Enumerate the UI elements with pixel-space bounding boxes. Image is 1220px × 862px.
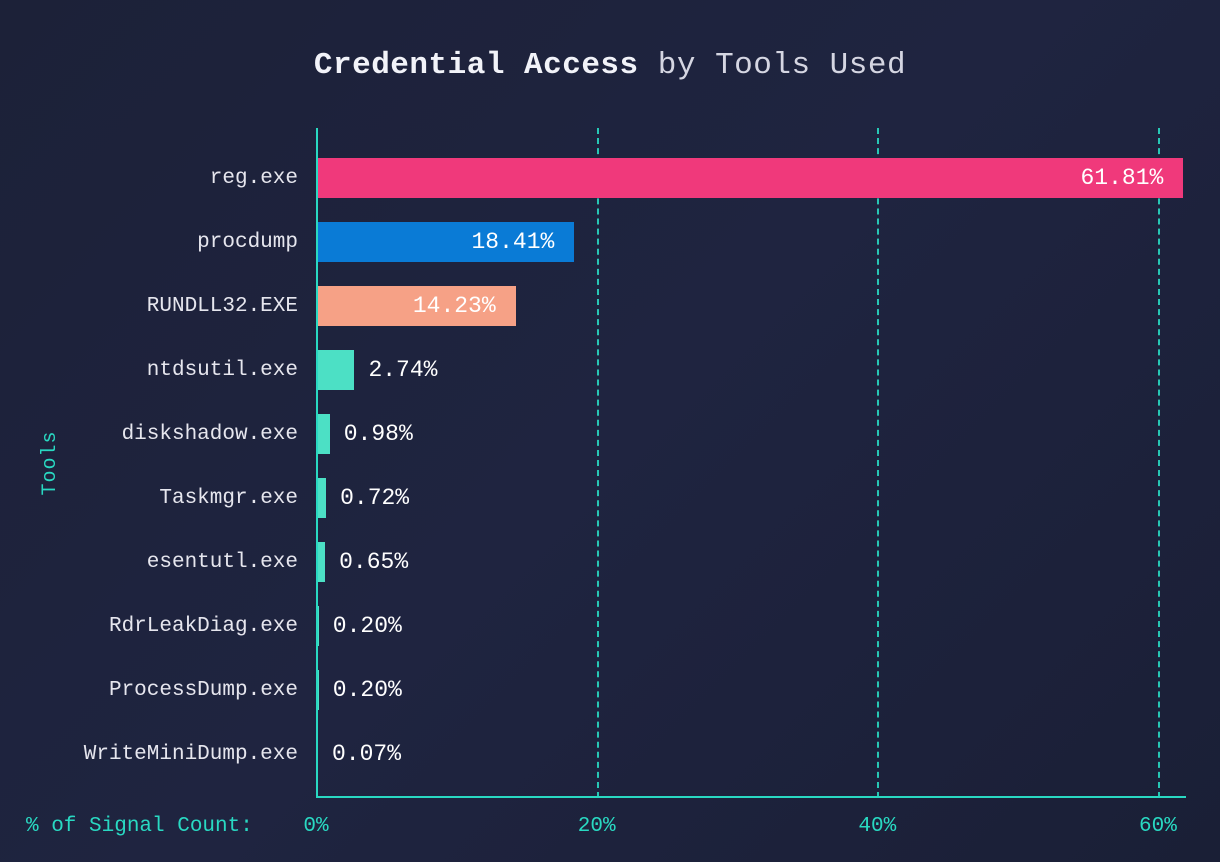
chart-title-bold: Credential Access bbox=[314, 48, 639, 83]
category-label: WriteMiniDump.exe bbox=[84, 743, 316, 766]
value-label: 0.98% bbox=[330, 421, 427, 447]
x-tick-label: 60% bbox=[1139, 815, 1177, 838]
x-tick-label: 0% bbox=[303, 815, 328, 838]
value-label: 0.20% bbox=[319, 613, 416, 639]
category-label: diskshadow.exe bbox=[122, 423, 316, 446]
value-label: 14.23% bbox=[399, 293, 510, 319]
category-label: ProcessDump.exe bbox=[109, 679, 316, 702]
x-tick-label: 20% bbox=[578, 815, 616, 838]
category-label: RUNDLL32.EXE bbox=[147, 295, 316, 318]
bar-row: Taskmgr.exe 0.72% bbox=[316, 478, 423, 518]
chart-title-rest: by Tools Used bbox=[639, 48, 906, 83]
category-label: esentutl.exe bbox=[147, 551, 316, 574]
value-label: 0.20% bbox=[319, 677, 416, 703]
gridline bbox=[877, 128, 879, 798]
category-label: ntdsutil.exe bbox=[147, 359, 316, 382]
category-label: Taskmgr.exe bbox=[159, 487, 316, 510]
category-label: procdump bbox=[197, 231, 316, 254]
bar-row: ProcessDump.exe 0.20% bbox=[316, 670, 416, 710]
y-axis-label: Tools bbox=[39, 430, 62, 495]
value-label: 0.65% bbox=[325, 549, 422, 575]
bar-row: reg.exe 61.81% bbox=[316, 158, 1183, 198]
y-axis-line bbox=[316, 128, 318, 798]
x-axis-label: % of Signal Count: bbox=[26, 815, 253, 838]
bar-row: ntdsutil.exe 2.74% bbox=[316, 350, 451, 390]
value-label: 2.74% bbox=[354, 357, 451, 383]
bar-row: RUNDLL32.EXE 14.23% bbox=[316, 286, 516, 326]
bar-row: WriteMiniDump.exe 0.07% bbox=[316, 734, 415, 774]
gridline bbox=[1158, 128, 1160, 798]
bar bbox=[316, 414, 330, 454]
bar-row: diskshadow.exe 0.98% bbox=[316, 414, 427, 454]
value-label: 0.07% bbox=[318, 741, 415, 767]
bar-row: RdrLeakDiag.exe 0.20% bbox=[316, 606, 416, 646]
category-label: reg.exe bbox=[210, 167, 316, 190]
x-axis-line bbox=[316, 796, 1186, 798]
bar-row: esentutl.exe 0.65% bbox=[316, 542, 422, 582]
value-label: 18.41% bbox=[458, 229, 569, 255]
value-label: 0.72% bbox=[326, 485, 423, 511]
x-tick-label: 40% bbox=[858, 815, 896, 838]
bar bbox=[316, 350, 354, 390]
plot-area: Tools % of Signal Count: 0% 20% 40% 60% … bbox=[316, 128, 1186, 798]
chart-title: Credential Access by Tools Used bbox=[0, 48, 1220, 83]
value-label: 61.81% bbox=[1067, 165, 1178, 191]
gridline bbox=[597, 128, 599, 798]
category-label: RdrLeakDiag.exe bbox=[109, 615, 316, 638]
bar-row: procdump 18.41% bbox=[316, 222, 574, 262]
bar bbox=[316, 158, 1183, 198]
